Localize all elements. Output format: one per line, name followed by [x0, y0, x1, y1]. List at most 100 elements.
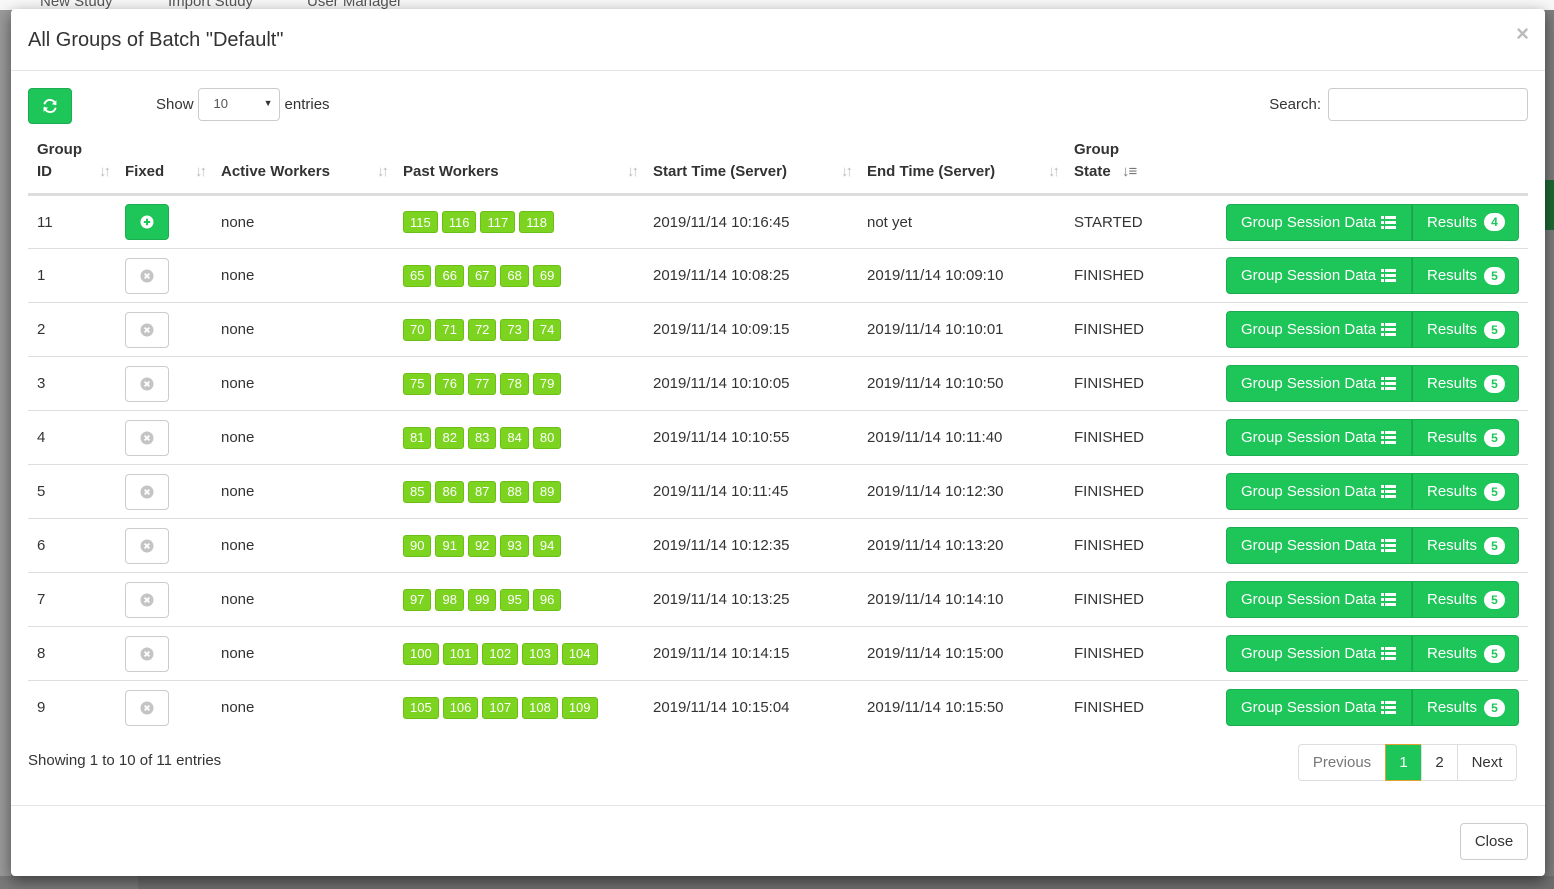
- fixed-toggle-button[interactable]: [125, 311, 169, 348]
- fixed-toggle-button[interactable]: [125, 527, 169, 564]
- worker-badge[interactable]: 103: [522, 642, 558, 665]
- worker-badge[interactable]: 104: [561, 642, 598, 665]
- entries-length-select[interactable]: 10 ▼: [197, 88, 280, 121]
- pagination-next[interactable]: Next: [1457, 744, 1517, 781]
- worker-badge[interactable]: 101: [442, 642, 479, 665]
- header-start-time[interactable]: Start Time (Server) ↓↑: [644, 139, 858, 196]
- fixed-toggle-button[interactable]: [125, 689, 169, 726]
- worker-badge[interactable]: 69: [532, 264, 562, 287]
- modal-close-icon[interactable]: ×: [1516, 21, 1529, 47]
- worker-badge[interactable]: 89: [532, 480, 562, 503]
- results-button[interactable]: Results 4: [1412, 203, 1519, 241]
- list-icon: [1381, 431, 1397, 444]
- group-session-data-button[interactable]: Group Session Data: [1226, 365, 1412, 402]
- pagination-previous[interactable]: Previous: [1298, 744, 1386, 781]
- worker-badge[interactable]: 96: [532, 588, 562, 611]
- close-button[interactable]: Close: [1460, 823, 1528, 860]
- worker-badge[interactable]: 117: [480, 211, 516, 233]
- worker-badge[interactable]: 83: [467, 426, 497, 449]
- worker-badge[interactable]: 65: [403, 264, 432, 287]
- refresh-button[interactable]: [28, 88, 72, 124]
- results-button[interactable]: Results 5: [1412, 257, 1519, 294]
- header-fixed[interactable]: Fixed ↓↑: [116, 139, 212, 196]
- header-group-id[interactable]: Group ID ↓↑: [28, 139, 116, 196]
- remove-circle-icon: [140, 377, 154, 390]
- worker-badge[interactable]: 92: [467, 534, 497, 557]
- fixed-toggle-button[interactable]: [125, 419, 169, 456]
- row-actions: Group Session Data Results 4: [1226, 203, 1519, 241]
- group-session-data-button[interactable]: Group Session Data: [1226, 635, 1412, 672]
- fixed-toggle-button[interactable]: [125, 365, 169, 402]
- fixed-toggle-button[interactable]: [125, 635, 169, 672]
- worker-badge[interactable]: 68: [500, 264, 529, 287]
- worker-badge[interactable]: 99: [467, 588, 497, 611]
- results-button[interactable]: Results 5: [1412, 581, 1519, 618]
- group-session-data-button[interactable]: Group Session Data: [1226, 473, 1412, 510]
- pagination-page-2[interactable]: 2: [1421, 744, 1458, 781]
- worker-badge[interactable]: 84: [500, 426, 529, 449]
- worker-badge[interactable]: 91: [435, 534, 464, 557]
- group-session-data-button[interactable]: Group Session Data: [1226, 311, 1412, 348]
- results-button[interactable]: Results 5: [1412, 419, 1519, 456]
- worker-badge[interactable]: 87: [467, 480, 497, 503]
- worker-badge[interactable]: 67: [467, 264, 497, 287]
- worker-badge[interactable]: 82: [435, 426, 464, 449]
- worker-badge[interactable]: 75: [403, 372, 432, 395]
- worker-badge[interactable]: 107: [482, 696, 519, 719]
- group-session-data-button[interactable]: Group Session Data: [1226, 257, 1412, 294]
- fixed-toggle-button[interactable]: [125, 473, 169, 510]
- worker-badge[interactable]: 77: [467, 372, 497, 395]
- search-input[interactable]: [1328, 88, 1528, 121]
- worker-badge[interactable]: 80: [532, 426, 562, 449]
- worker-badge[interactable]: 90: [403, 534, 432, 557]
- group-session-data-button[interactable]: Group Session Data: [1226, 581, 1412, 618]
- fixed-toggle-button[interactable]: [125, 257, 169, 294]
- worker-badge[interactable]: 78: [500, 372, 529, 395]
- header-active-workers[interactable]: Active Workers ↓↑: [212, 139, 394, 196]
- worker-badge[interactable]: 116: [441, 211, 477, 233]
- worker-badge[interactable]: 66: [435, 264, 464, 287]
- worker-badge[interactable]: 93: [500, 534, 529, 557]
- worker-badge[interactable]: 81: [403, 426, 432, 449]
- worker-badge[interactable]: 106: [442, 696, 479, 719]
- worker-badge[interactable]: 105: [403, 696, 439, 719]
- worker-badge[interactable]: 86: [435, 480, 464, 503]
- worker-badge[interactable]: 72: [467, 318, 497, 341]
- worker-badge[interactable]: 94: [532, 534, 562, 557]
- results-button[interactable]: Results 5: [1412, 527, 1519, 564]
- header-group-state[interactable]: Group State ↓≡: [1065, 139, 1215, 196]
- cell-past-workers: 65 66 67 68 69: [394, 248, 644, 303]
- worker-badge[interactable]: 76: [435, 372, 464, 395]
- worker-badge[interactable]: 95: [500, 588, 529, 611]
- results-button[interactable]: Results 5: [1412, 311, 1519, 348]
- worker-badge[interactable]: 88: [500, 480, 529, 503]
- pagination-page-1[interactable]: 1: [1385, 744, 1422, 781]
- group-session-data-button[interactable]: Group Session Data: [1226, 203, 1412, 241]
- results-button[interactable]: Results 5: [1412, 689, 1519, 727]
- worker-badge[interactable]: 100: [403, 642, 439, 665]
- worker-badge[interactable]: 98: [435, 588, 464, 611]
- results-button[interactable]: Results 5: [1412, 473, 1519, 510]
- worker-badge[interactable]: 108: [522, 696, 558, 719]
- fixed-toggle-button[interactable]: [125, 204, 169, 240]
- results-button[interactable]: Results 5: [1412, 365, 1519, 402]
- worker-badge[interactable]: 118: [519, 211, 554, 233]
- worker-badge[interactable]: 70: [403, 318, 432, 341]
- worker-badge[interactable]: 85: [403, 480, 432, 503]
- group-session-data-button[interactable]: Group Session Data: [1226, 527, 1412, 564]
- worker-badge[interactable]: 102: [482, 642, 519, 665]
- worker-badge[interactable]: 79: [532, 372, 562, 395]
- group-session-data-button[interactable]: Group Session Data: [1226, 419, 1412, 456]
- cell-end-time: 2019/11/14 10:15:00: [858, 626, 1065, 681]
- header-end-time[interactable]: End Time (Server) ↓↑: [858, 139, 1065, 196]
- worker-badge[interactable]: 73: [500, 318, 529, 341]
- worker-badge[interactable]: 71: [435, 318, 464, 341]
- results-button[interactable]: Results 5: [1412, 635, 1519, 672]
- worker-badge[interactable]: 97: [403, 588, 432, 611]
- worker-badge[interactable]: 109: [561, 696, 598, 719]
- group-session-data-button[interactable]: Group Session Data: [1226, 689, 1412, 727]
- header-past-workers[interactable]: Past Workers ↓↑: [394, 139, 644, 196]
- fixed-toggle-button[interactable]: [125, 581, 169, 618]
- worker-badge[interactable]: 115: [403, 211, 438, 233]
- worker-badge[interactable]: 74: [532, 318, 562, 341]
